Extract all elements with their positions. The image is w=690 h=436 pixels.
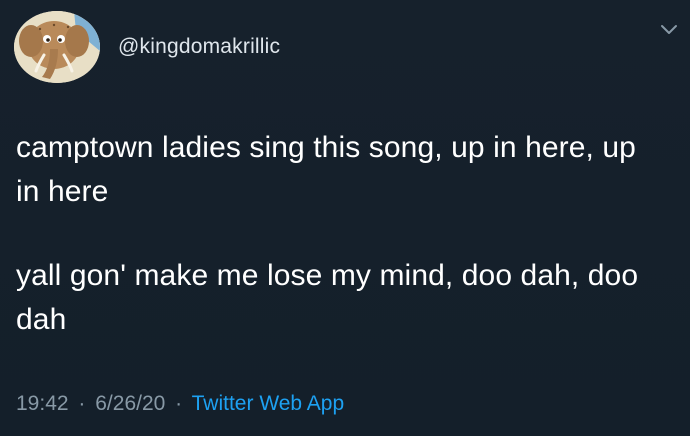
separator-dot: · bbox=[175, 392, 183, 415]
avatar[interactable] bbox=[14, 11, 100, 83]
tweet-meta: 19:42 · 6/26/20 · Twitter Web App bbox=[16, 392, 344, 416]
tweet-card: @kingdomakrillic camptown ladies sing th… bbox=[0, 0, 690, 436]
tweet-text-paragraph-1: camptown ladies sing this song, up in he… bbox=[16, 131, 636, 208]
tweet-date[interactable]: 6/26/20 bbox=[95, 392, 165, 415]
tweet-header: @kingdomakrillic bbox=[14, 10, 280, 84]
tweet-source-link[interactable]: Twitter Web App bbox=[192, 392, 345, 415]
chevron-down-icon[interactable] bbox=[658, 18, 680, 40]
tweet-text-paragraph-2: yall gon' make me lose my mind, doo dah,… bbox=[16, 259, 639, 336]
tweet-time[interactable]: 19:42 bbox=[16, 392, 69, 415]
user-handle[interactable]: @kingdomakrillic bbox=[118, 35, 280, 59]
separator-dot: · bbox=[78, 392, 86, 415]
elephant-avatar-icon bbox=[14, 11, 100, 83]
